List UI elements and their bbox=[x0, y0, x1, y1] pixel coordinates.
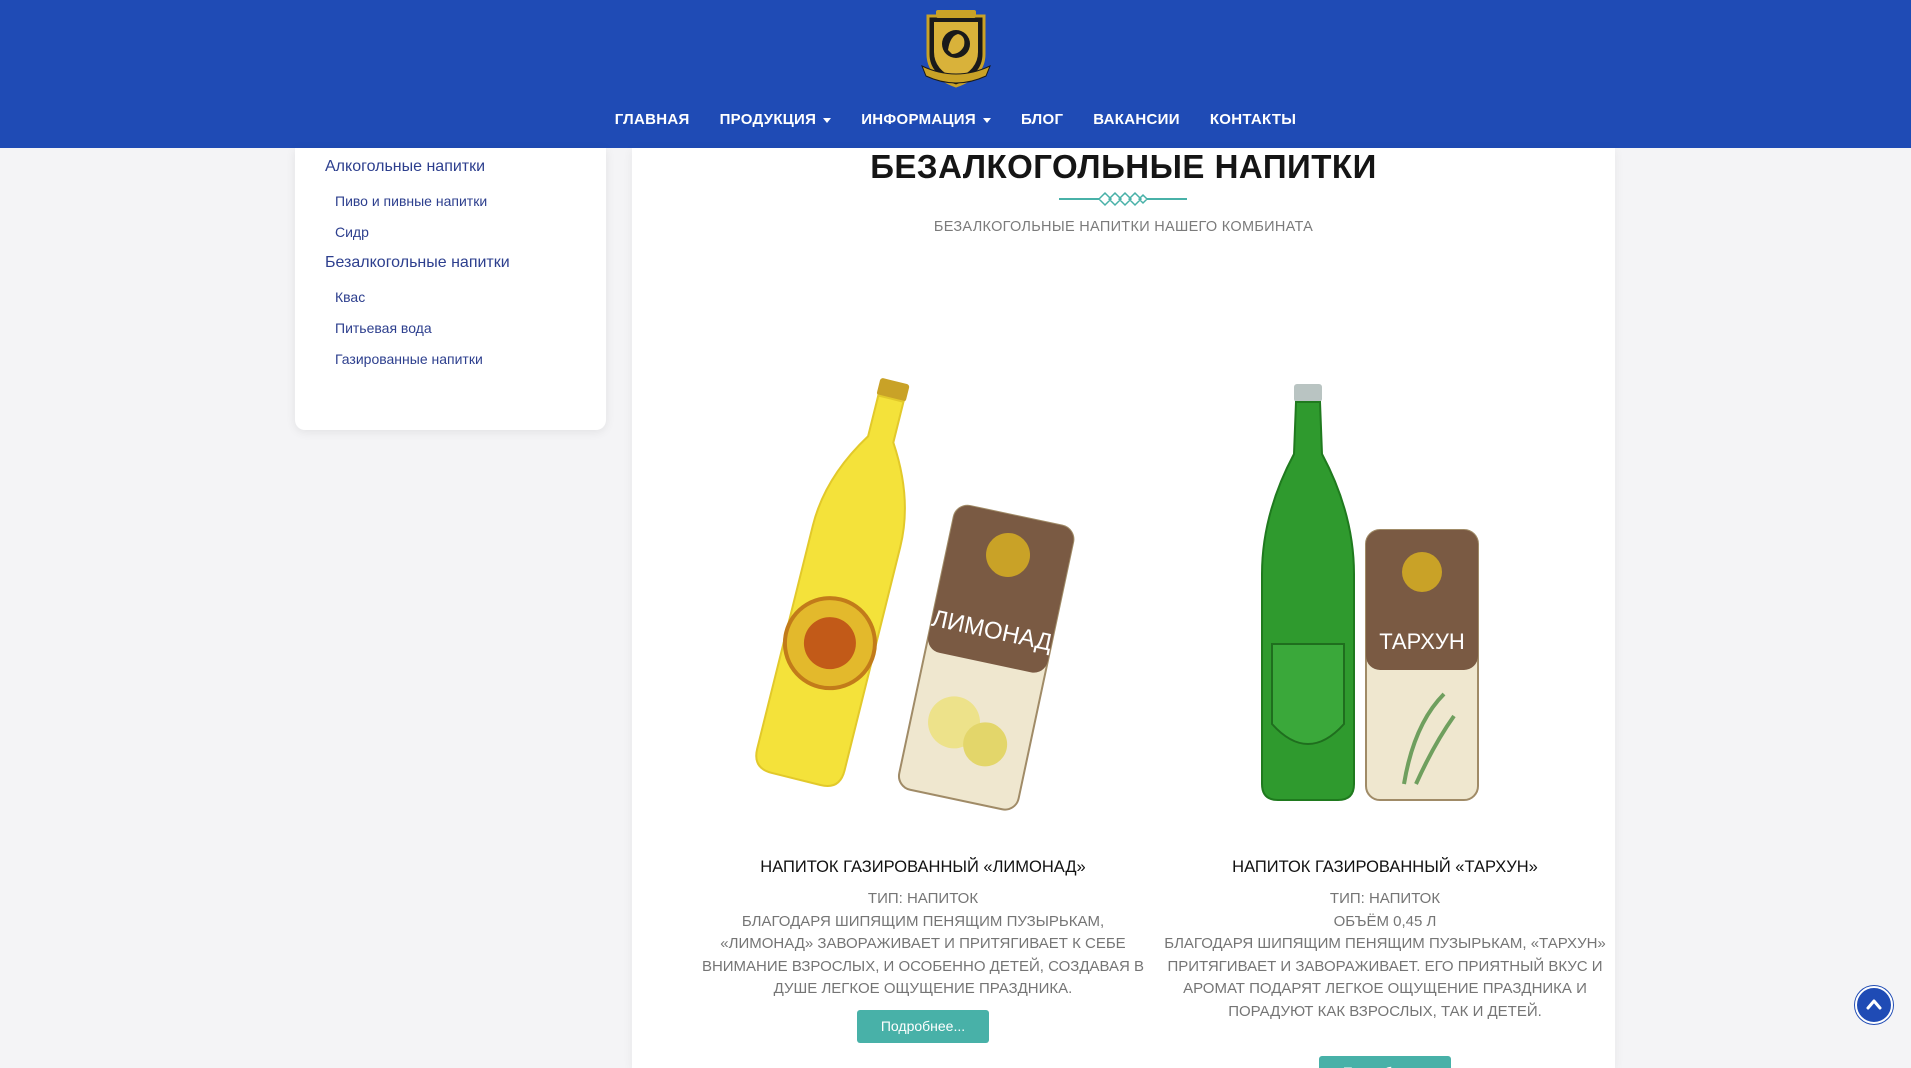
caret-down-icon bbox=[823, 117, 832, 123]
details-button[interactable]: Подробнее... bbox=[1319, 1056, 1451, 1068]
chevron-up-icon bbox=[1866, 999, 1882, 1010]
nav-products-label: ПРОДУКЦИЯ bbox=[719, 111, 817, 128]
tarragon-can-label: ТАРХУН bbox=[1379, 629, 1465, 654]
nav-info-label: ИНФОРМАЦИЯ bbox=[861, 111, 976, 128]
nav-jobs[interactable]: ВАКАНСИИ bbox=[1078, 108, 1195, 131]
lemonade-bottle-and-can-image[interactable]: ЛИМОНАД bbox=[692, 344, 1154, 824]
scroll-to-top-button[interactable] bbox=[1855, 986, 1893, 1024]
nav-home[interactable]: ГЛАВНАЯ bbox=[600, 108, 705, 131]
sidebar-item-nonalcoholic[interactable]: Безалкогольные напитки bbox=[325, 254, 510, 272]
sidebar-item-water[interactable]: Питьевая вода bbox=[335, 320, 432, 336]
page-title: БЕЗАЛКОГОЛЬНЫЕ НАПИТКИ bbox=[870, 148, 1377, 185]
sidebar-item-soda[interactable]: Газированные напитки bbox=[335, 351, 483, 367]
tarragon-bottle-and-can-image[interactable]: ТАРХУН bbox=[1154, 344, 1616, 824]
nav-blog[interactable]: БЛОГ bbox=[1006, 108, 1078, 131]
main-content: БЕЗАЛКОГОЛЬНЫЕ НАПИТКИ БЕЗАЛКОГОЛЬНЫЕ НА… bbox=[632, 148, 1615, 1068]
site-header: ГЛАВНАЯ ПРОДУКЦИЯ ИНФОРМАЦИЯ БЛОГ ВАКАНС… bbox=[0, 0, 1911, 148]
product-description: ТИП: НАПИТОК ОБЪЁМ 0,45 Л БЛАГОДАРЯ ШИПЯ… bbox=[1164, 890, 1606, 1020]
nav-info[interactable]: ИНФОРМАЦИЯ bbox=[846, 108, 1006, 131]
ornament-divider-icon bbox=[1059, 190, 1187, 213]
sidebar-item-beer[interactable]: Пиво и пивные напитки bbox=[335, 193, 487, 209]
nav-contacts[interactable]: КОНТАКТЫ bbox=[1195, 108, 1311, 131]
caret-down-icon bbox=[982, 117, 991, 123]
product-title[interactable]: НАПИТОК ГАЗИРОВАННЫЙ «ТАРХУН» bbox=[1154, 858, 1616, 877]
category-sidebar: Алкогольные напитки Пиво и пивные напитк… bbox=[295, 148, 606, 430]
main-nav: ГЛАВНАЯ ПРОДУКЦИЯ ИНФОРМАЦИЯ БЛОГ ВАКАНС… bbox=[0, 108, 1911, 131]
product-title[interactable]: НАПИТОК ГАЗИРОВАННЫЙ «ЛИМОНАД» bbox=[692, 858, 1154, 877]
heraldic-crest-logo-icon[interactable] bbox=[920, 6, 992, 88]
sidebar-item-kvass[interactable]: Квас bbox=[335, 289, 365, 305]
sidebar-item-alcoholic[interactable]: Алкогольные напитки bbox=[325, 158, 485, 176]
details-button[interactable]: Подробнее... bbox=[857, 1010, 989, 1043]
product-description: ТИП: НАПИТОК БЛАГОДАРЯ ШИПЯЩИМ ПЕНЯЩИМ П… bbox=[701, 890, 1145, 997]
page-subtitle: БЕЗАЛКОГОЛЬНЫЕ НАПИТКИ НАШЕГО КОМБИНАТА bbox=[933, 219, 1314, 235]
sidebar-item-cider[interactable]: Сидр bbox=[335, 224, 369, 240]
nav-products[interactable]: ПРОДУКЦИЯ bbox=[705, 108, 847, 131]
